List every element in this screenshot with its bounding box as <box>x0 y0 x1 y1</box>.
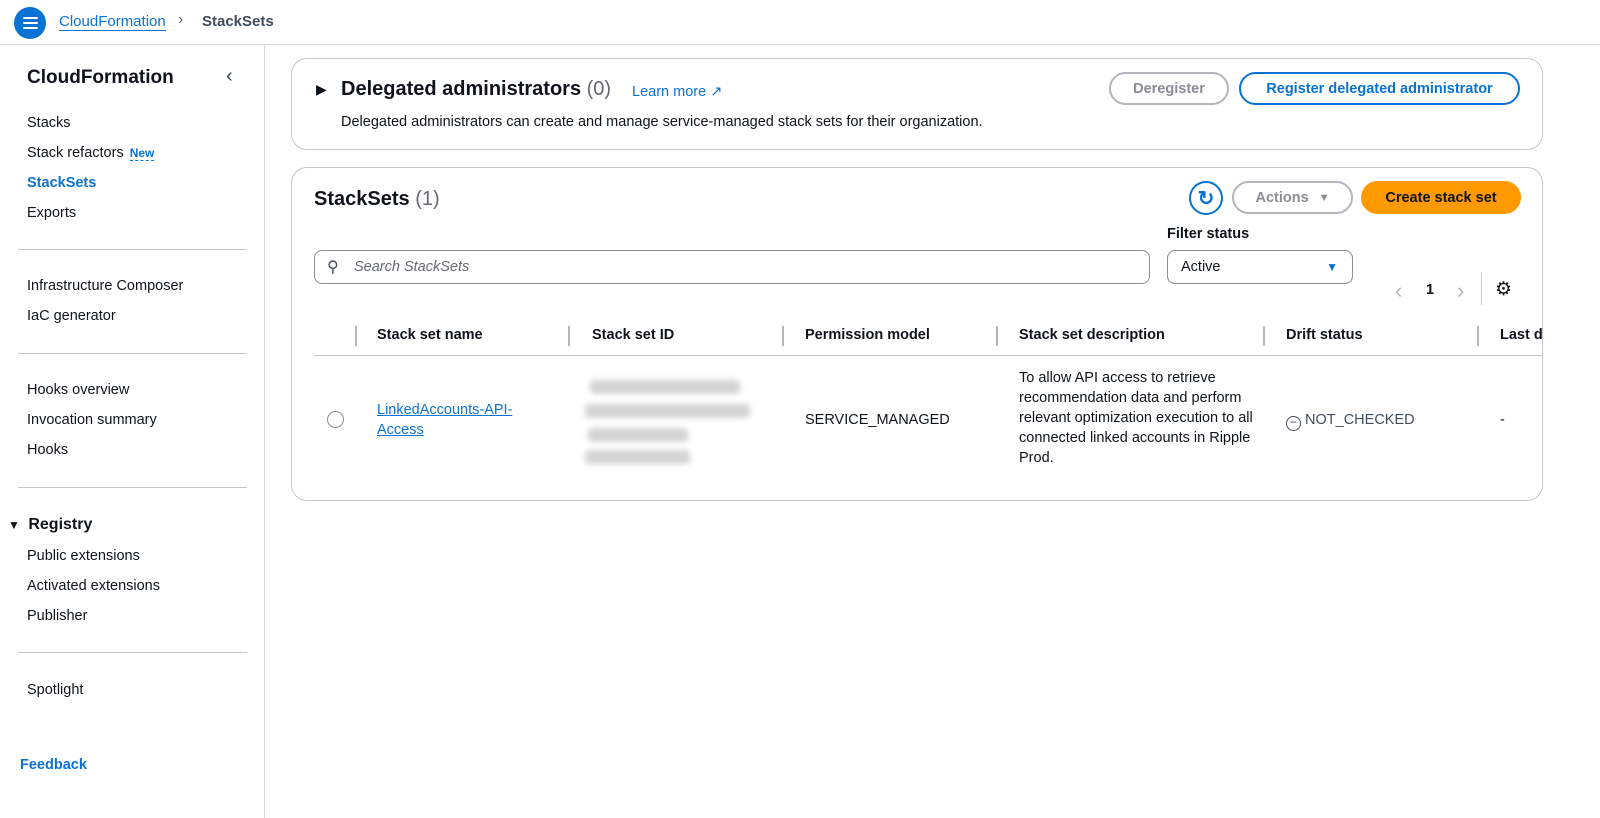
sidebar-item-hooks[interactable]: Hooks <box>27 442 68 458</box>
expand-caret-icon[interactable]: ▶ <box>316 81 327 98</box>
next-page-icon[interactable]: › <box>1457 278 1464 304</box>
sidebar-item-spotlight[interactable]: Spotlight <box>27 682 83 698</box>
registry-label: Registry <box>28 516 93 533</box>
label: Stack refactors <box>27 145 124 161</box>
breadcrumb-current: StackSets <box>202 13 274 30</box>
permission-model: SERVICE_MANAGED <box>805 412 950 428</box>
refresh-icon[interactable]: ↻ <box>1189 181 1223 215</box>
selected-value: Active <box>1181 259 1221 275</box>
description: To allow API access to retrieve recommen… <box>1019 370 1253 466</box>
drift-status: − NOT_CHECKED <box>1286 410 1415 431</box>
actions-button[interactable]: Actions ▼ <box>1232 181 1353 214</box>
stack-set-name-link[interactable]: LinkedAccounts-API-Access <box>377 400 537 440</box>
divider <box>18 249 247 250</box>
divider <box>18 353 247 354</box>
sidebar-item-invocation-summary[interactable]: Invocation summary <box>27 412 157 428</box>
filter-status-select[interactable]: Active ▼ <box>1167 250 1353 284</box>
row-radio[interactable] <box>327 411 344 428</box>
column-header-permission-model[interactable]: Permission model <box>805 327 930 343</box>
last-cell: - <box>1500 412 1505 428</box>
sidebar-item-hooks-overview[interactable]: Hooks overview <box>27 382 129 398</box>
column-header-description[interactable]: Stack set description <box>1019 327 1165 343</box>
sidebar: CloudFormation ‹ Stacks Stack refactors N… <box>0 45 265 818</box>
label: Actions <box>1255 189 1309 206</box>
title: StackSets <box>314 188 410 210</box>
feedback-link[interactable]: Feedback <box>20 757 87 773</box>
column-header-drift-status[interactable]: Drift status <box>1286 327 1363 343</box>
caret-down-icon: ▼ <box>1326 260 1338 274</box>
status-minus-circle-icon: − <box>1286 416 1301 431</box>
page-number[interactable]: 1 <box>1426 282 1434 298</box>
search-input[interactable]: ⚲ Search StackSets <box>314 250 1150 284</box>
title: Delegated administrators <box>341 78 582 100</box>
divider <box>18 487 247 488</box>
divider <box>18 652 247 653</box>
caret-down-icon: ▼ <box>1318 191 1330 204</box>
sidebar-item-stacks[interactable]: Stacks <box>27 115 71 131</box>
chevron-right-icon: › <box>178 11 184 28</box>
filter-status-label: Filter status <box>1167 226 1250 242</box>
label: Learn more <box>632 84 707 100</box>
divider <box>1481 273 1482 305</box>
caret-down-icon: ▼ <box>8 518 20 532</box>
count: (0) <box>586 78 612 100</box>
search-placeholder: Search StackSets <box>354 259 470 275</box>
previous-page-icon[interactable]: ‹ <box>1395 278 1402 304</box>
table-header-divider <box>314 355 1542 356</box>
panel-description: Delegated administrators can create and … <box>341 114 983 130</box>
breadcrumb-cloudformation[interactable]: CloudFormation <box>59 13 166 31</box>
learn-more-link[interactable]: Learn more ↗ <box>632 84 722 100</box>
top-bar: CloudFormation › StackSets <box>0 0 1600 45</box>
panel-title[interactable]: Delegated administrators (0) <box>341 78 611 101</box>
sidebar-title: CloudFormation <box>27 67 174 88</box>
sidebar-item-publisher[interactable]: Publisher <box>27 608 87 624</box>
register-delegated-administrator-button[interactable]: Register delegated administrator <box>1239 72 1520 105</box>
collapse-icon[interactable]: ‹ <box>226 65 233 88</box>
column-header-last[interactable]: Last d <box>1500 327 1542 343</box>
deregister-button[interactable]: Deregister <box>1109 72 1229 105</box>
sidebar-item-exports[interactable]: Exports <box>27 205 76 221</box>
count: (1) <box>415 188 440 210</box>
sidebar-item-infrastructure-composer[interactable]: Infrastructure Composer <box>27 278 183 294</box>
create-stack-set-button[interactable]: Create stack set <box>1361 181 1521 214</box>
search-icon: ⚲ <box>327 259 339 276</box>
sidebar-item-stacksets[interactable]: StackSets <box>27 175 96 191</box>
sidebar-item-public-extensions[interactable]: Public extensions <box>27 548 140 564</box>
panel-title: StackSets (1) <box>314 188 440 211</box>
sidebar-item-iac-generator[interactable]: IaC generator <box>27 308 116 324</box>
column-header-name[interactable]: Stack set name <box>377 327 483 343</box>
sidebar-item-stack-refactors[interactable]: Stack refactors New <box>27 145 155 161</box>
column-header-id[interactable]: Stack set ID <box>592 327 674 343</box>
delegated-administrators-panel: ▶ Delegated administrators (0) Learn mor… <box>291 58 1543 150</box>
label: NOT_CHECKED <box>1305 412 1415 428</box>
sidebar-item-activated-extensions[interactable]: Activated extensions <box>27 578 160 594</box>
settings-gear-icon[interactable]: ⚙ <box>1495 278 1512 301</box>
external-link-icon: ↗ <box>710 84 723 100</box>
new-badge: New <box>129 146 155 161</box>
menu-icon[interactable] <box>14 7 46 39</box>
registry-section-toggle[interactable]: ▼ Registry <box>8 516 92 534</box>
